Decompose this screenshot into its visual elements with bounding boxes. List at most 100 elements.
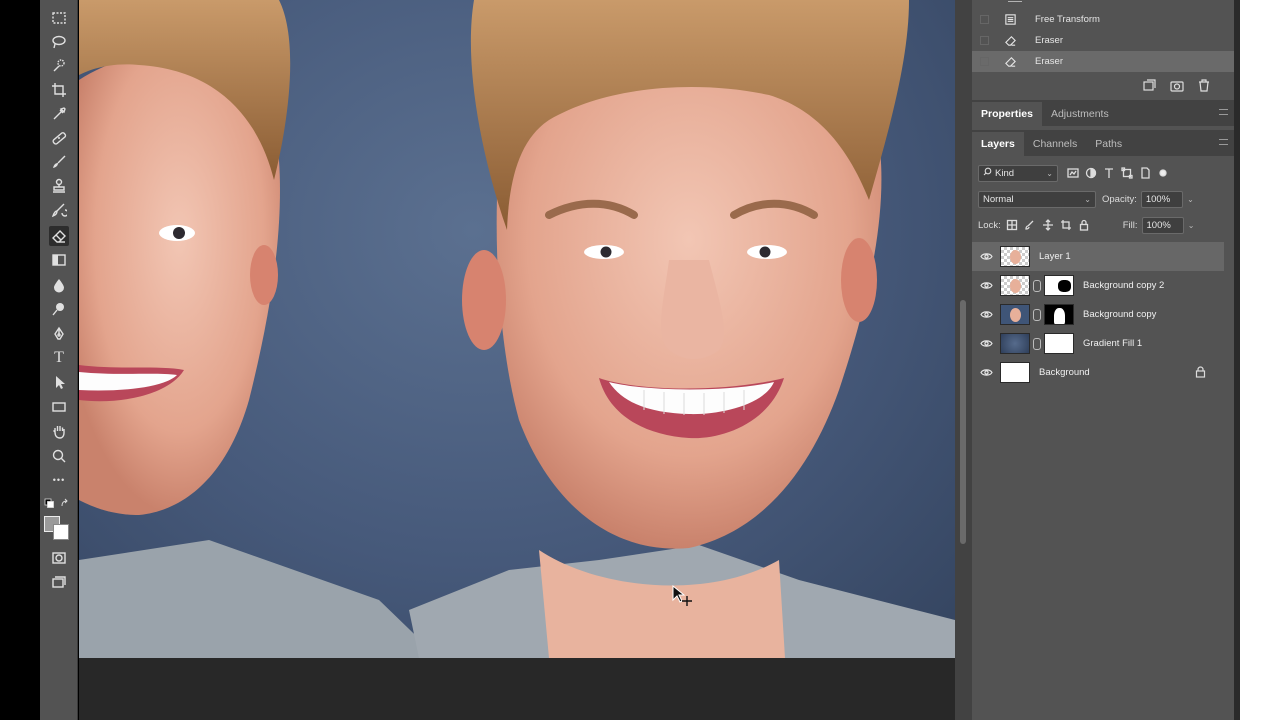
layer-mask-thumbnail bbox=[1044, 275, 1074, 296]
brush-tool-icon[interactable] bbox=[49, 152, 69, 172]
more-tools-glyph: ••• bbox=[52, 475, 66, 485]
layer-filter-label: Kind bbox=[995, 167, 1015, 179]
history-footer bbox=[1142, 79, 1210, 95]
new-snapshot-camera-icon[interactable] bbox=[1170, 79, 1184, 95]
history-brush-source-checkbox[interactable] bbox=[980, 57, 989, 66]
new-document-from-state-icon[interactable] bbox=[1142, 79, 1156, 95]
delete-state-trash-icon[interactable] bbox=[1198, 79, 1210, 95]
history-item-label: Eraser bbox=[1035, 56, 1063, 67]
mask-link-icon[interactable] bbox=[1033, 337, 1041, 350]
eraser-tool-icon[interactable] bbox=[49, 226, 69, 246]
opacity-label: Opacity: bbox=[1102, 193, 1137, 205]
filter-smart-objects-icon[interactable] bbox=[1136, 165, 1154, 181]
marquee-tool-icon[interactable] bbox=[49, 8, 69, 28]
document-image[interactable] bbox=[79, 0, 955, 658]
visibility-eye-icon[interactable] bbox=[972, 368, 1000, 377]
visibility-eye-icon[interactable] bbox=[972, 339, 1000, 348]
history-brush-tool-icon[interactable] bbox=[49, 200, 69, 220]
quick-selection-tool-icon[interactable] bbox=[49, 56, 69, 76]
filter-type-layers-icon[interactable] bbox=[1100, 165, 1118, 181]
mask-link-icon[interactable] bbox=[1033, 279, 1041, 292]
tools-panel: T ••• bbox=[40, 0, 78, 720]
background-color-swatch[interactable] bbox=[53, 524, 69, 540]
path-selection-tool-icon[interactable] bbox=[49, 372, 69, 392]
blend-mode-value: Normal bbox=[983, 193, 1014, 205]
history-item[interactable]: Eraser bbox=[972, 30, 1234, 51]
fill-input[interactable]: 100% ⌄ bbox=[1141, 216, 1195, 234]
layer-name: Gradient Fill 1 bbox=[1083, 338, 1143, 349]
history-item-label: Eraser bbox=[1035, 35, 1063, 46]
healing-brush-tool-icon[interactable] bbox=[49, 128, 69, 148]
quick-mask-icon[interactable] bbox=[49, 548, 69, 568]
screen-mode-icon[interactable] bbox=[49, 572, 69, 592]
layer-lock-icon bbox=[1195, 366, 1206, 381]
history-panel: Free Transform Eraser Eraser bbox=[972, 0, 1234, 98]
blend-opacity-row: Normal ⌄ Opacity: 100% ⌄ bbox=[972, 186, 1234, 212]
document-canvas-area[interactable] bbox=[79, 0, 955, 720]
blend-mode-select[interactable]: Normal ⌄ bbox=[978, 190, 1096, 208]
rectangle-tool-icon[interactable] bbox=[49, 397, 69, 417]
visibility-eye-icon[interactable] bbox=[972, 252, 1000, 261]
layer-filter-kind-select[interactable]: Kind ⌄ bbox=[978, 164, 1058, 182]
panel-menu-icon[interactable] bbox=[1219, 139, 1228, 145]
visibility-eye-icon[interactable] bbox=[972, 310, 1000, 319]
tab-layers[interactable]: Layers bbox=[972, 132, 1024, 156]
tab-adjustments[interactable]: Adjustments bbox=[1042, 102, 1118, 126]
canvas-scroll-thumb[interactable] bbox=[960, 300, 966, 544]
history-brush-source-checkbox[interactable] bbox=[980, 15, 989, 24]
gradient-tool-icon[interactable] bbox=[49, 250, 69, 270]
default-colors-icon[interactable] bbox=[44, 498, 72, 510]
opacity-input[interactable]: 100% ⌄ bbox=[1140, 190, 1194, 208]
layer-name: Background copy bbox=[1083, 309, 1157, 320]
filter-adjustment-layers-icon[interactable] bbox=[1082, 165, 1100, 181]
zoom-tool-icon[interactable] bbox=[49, 446, 69, 466]
history-brush-source-checkbox[interactable] bbox=[980, 36, 989, 45]
adjacent-window-edge bbox=[1234, 0, 1280, 720]
more-tools-icon[interactable]: ••• bbox=[49, 470, 69, 490]
lock-all-icon[interactable] bbox=[1075, 217, 1093, 233]
layer-row-background-copy[interactable]: Background copy bbox=[972, 300, 1224, 329]
lock-label: Lock: bbox=[978, 219, 1001, 231]
lock-image-pixels-icon[interactable] bbox=[1021, 217, 1039, 233]
layer-row-gradient-fill-1[interactable]: Gradient Fill 1 bbox=[972, 329, 1224, 358]
type-tool-icon[interactable]: T bbox=[49, 348, 69, 368]
layer-name: Background copy 2 bbox=[1083, 280, 1165, 291]
screen-edge bbox=[0, 0, 40, 720]
layer-row-layer-1[interactable]: Layer 1 bbox=[972, 242, 1224, 271]
mask-link-icon[interactable] bbox=[1033, 308, 1041, 321]
move-cursor-icon bbox=[672, 584, 692, 606]
eraser-icon bbox=[1001, 34, 1019, 47]
eyedropper-tool-icon[interactable] bbox=[49, 104, 69, 124]
history-item-selected[interactable]: Eraser bbox=[972, 51, 1234, 72]
chevron-down-icon: ⌄ bbox=[1046, 168, 1053, 178]
panel-menu-icon[interactable] bbox=[1219, 109, 1228, 115]
chevron-down-icon[interactable]: ⌄ bbox=[1187, 195, 1194, 204]
visibility-eye-icon[interactable] bbox=[972, 281, 1000, 290]
layer-thumbnail bbox=[1000, 304, 1030, 325]
canvas-scrollbar[interactable] bbox=[955, 0, 972, 720]
lock-transparent-pixels-icon[interactable] bbox=[1003, 217, 1021, 233]
chevron-down-icon[interactable]: ⌄ bbox=[1188, 221, 1195, 230]
tab-properties[interactable]: Properties bbox=[972, 102, 1042, 126]
layer-row-background-copy-2[interactable]: Background copy 2 bbox=[972, 271, 1224, 300]
hand-tool-icon[interactable] bbox=[49, 421, 69, 441]
lasso-tool-icon[interactable] bbox=[49, 32, 69, 52]
chevron-down-icon: ⌄ bbox=[1084, 194, 1091, 204]
clone-stamp-tool-icon[interactable] bbox=[49, 176, 69, 196]
search-icon bbox=[983, 167, 992, 179]
tab-paths[interactable]: Paths bbox=[1086, 132, 1131, 156]
history-item[interactable]: Free Transform bbox=[972, 9, 1234, 30]
type-tool-glyph: T bbox=[54, 349, 64, 366]
filter-pixel-layers-icon[interactable] bbox=[1064, 165, 1082, 181]
tab-channels[interactable]: Channels bbox=[1024, 132, 1086, 156]
pen-tool-icon[interactable] bbox=[49, 324, 69, 344]
layer-mask-thumbnail bbox=[1044, 333, 1074, 354]
layer-row-background[interactable]: Background bbox=[972, 358, 1224, 387]
lock-artboard-icon[interactable] bbox=[1057, 217, 1075, 233]
dodge-tool-icon[interactable] bbox=[49, 299, 69, 319]
filter-toggle-icon[interactable] bbox=[1154, 165, 1172, 181]
crop-tool-icon[interactable] bbox=[49, 80, 69, 100]
blur-tool-icon[interactable] bbox=[49, 275, 69, 295]
lock-position-icon[interactable] bbox=[1039, 217, 1057, 233]
filter-shape-layers-icon[interactable] bbox=[1118, 165, 1136, 181]
